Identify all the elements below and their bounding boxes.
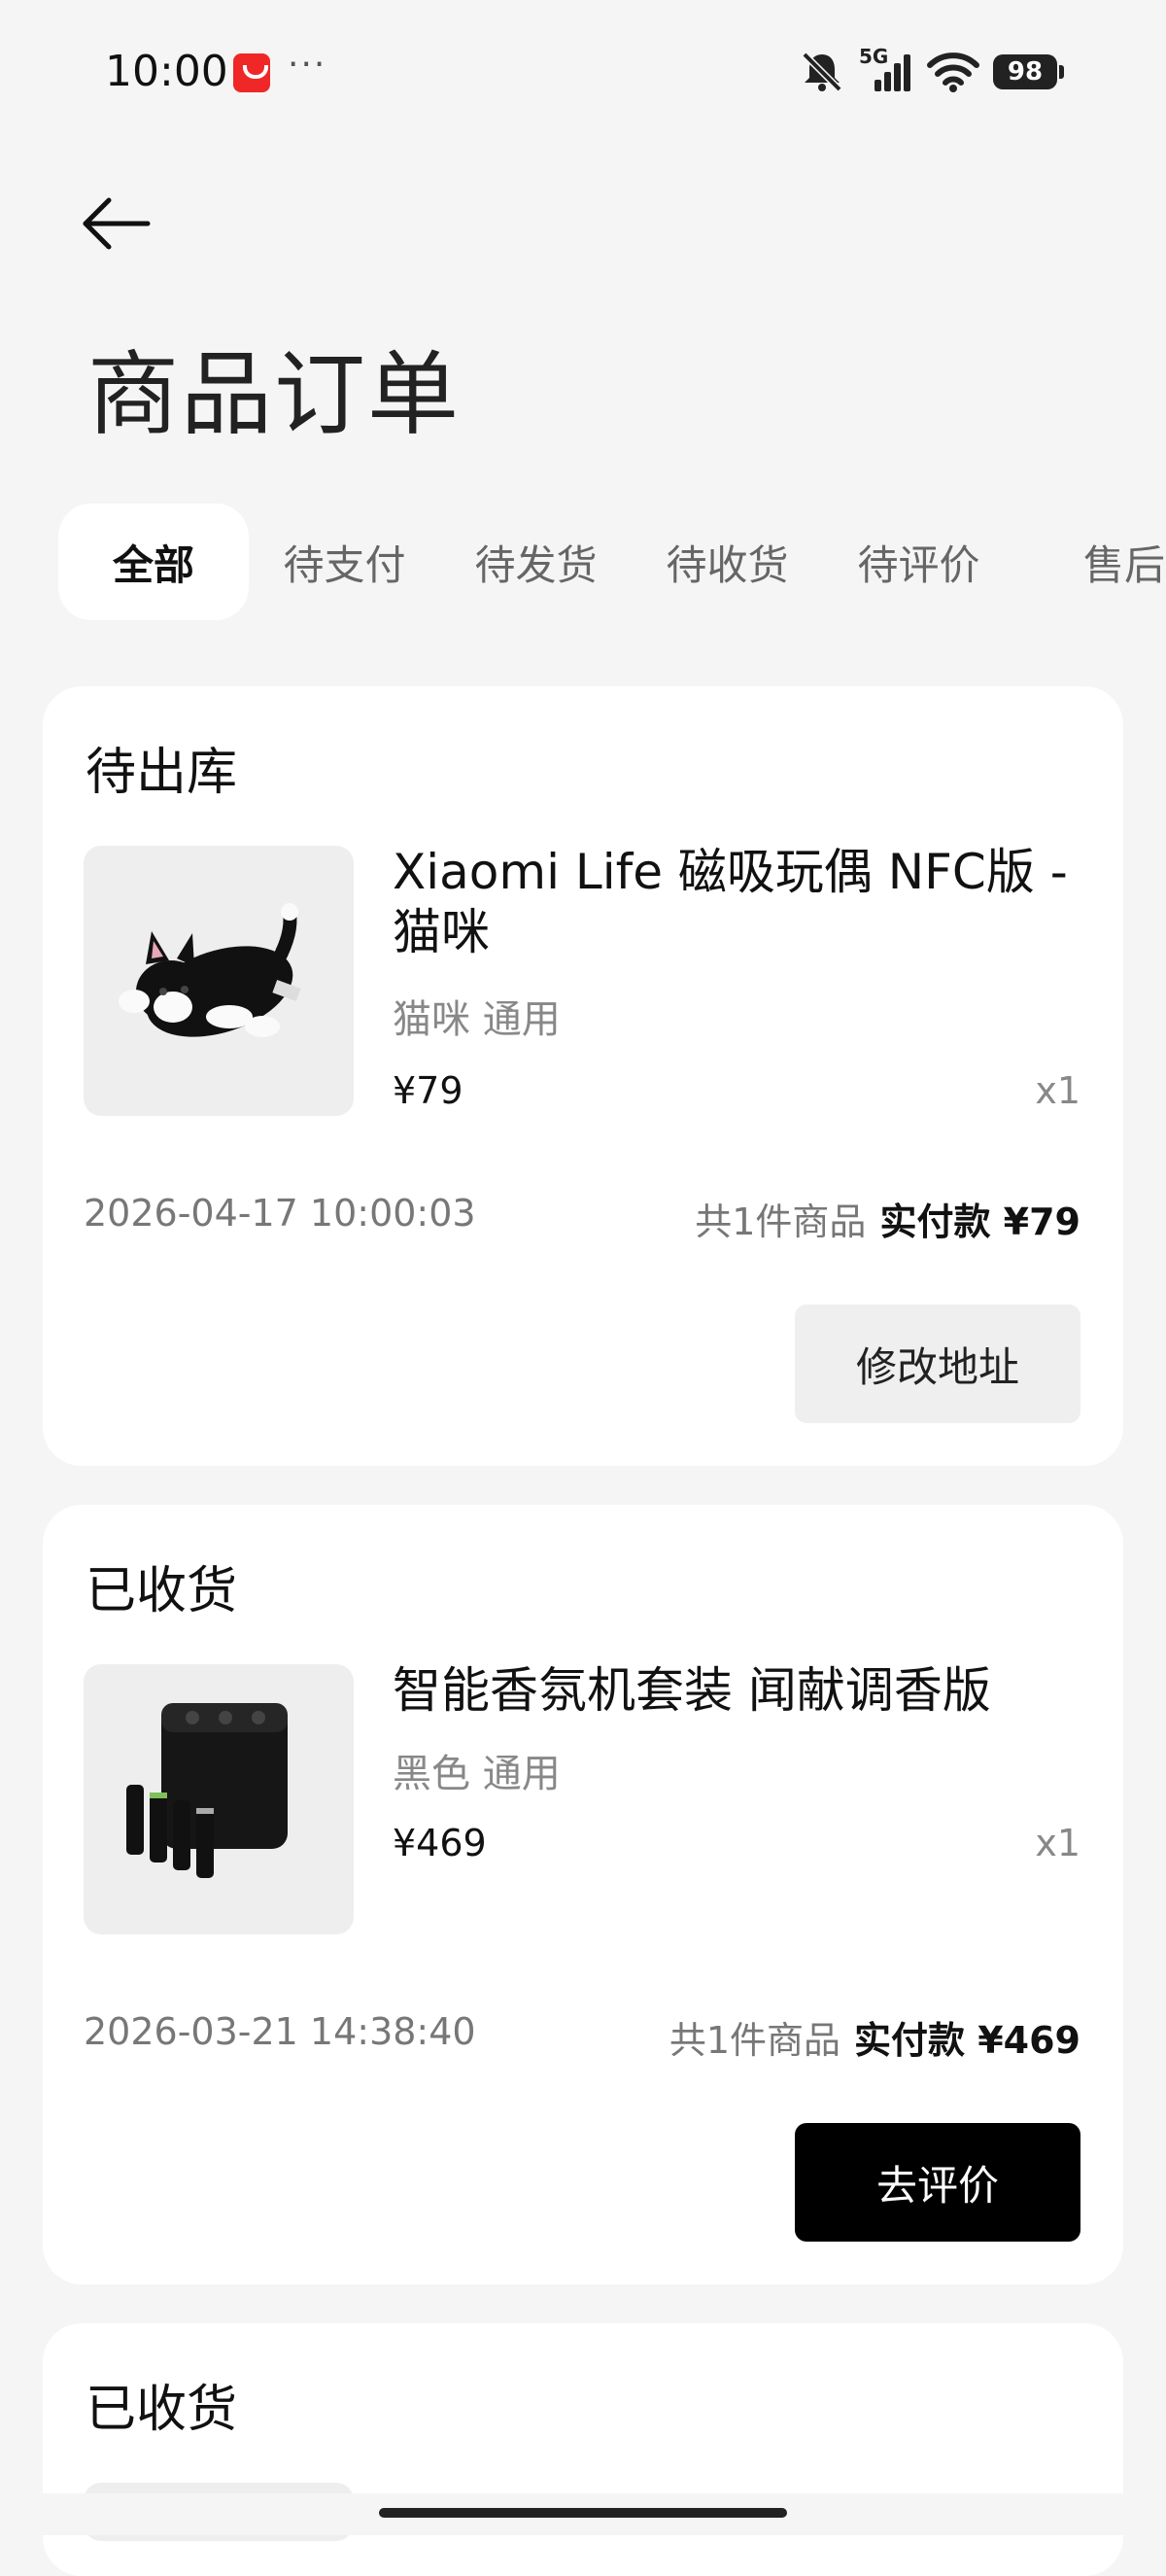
diffuser-set-image xyxy=(126,1703,288,1878)
app-notification-icon xyxy=(233,53,270,92)
tab-all[interactable]: 全部 xyxy=(58,504,249,620)
write-review-button[interactable]: 去评价 xyxy=(795,2123,1080,2242)
tab-pending-receipt[interactable]: 待收货 xyxy=(632,504,823,620)
order-status: 已收货 xyxy=(86,1562,238,1620)
product-price: ¥469 xyxy=(393,1822,487,1864)
paid-amount: 实付款 ¥79 xyxy=(879,1201,1080,1243)
product-image[interactable] xyxy=(84,846,354,1116)
product-spec: 猫咪 通用 xyxy=(393,997,561,1042)
cellular-signal-icon: 5G xyxy=(859,45,913,93)
product-price: ¥79 xyxy=(393,1069,463,1112)
page-title: 商品订单 xyxy=(87,342,462,448)
product-image[interactable] xyxy=(84,1664,354,1934)
more-notifications-icon: ··· xyxy=(288,45,327,85)
paid-amount: 实付款 ¥469 xyxy=(854,2019,1080,2062)
order-total: 共1件商品 实付款 ¥469 xyxy=(669,2010,1080,2064)
bell-muted-icon xyxy=(802,52,842,92)
modify-address-button[interactable]: 修改地址 xyxy=(795,1305,1080,1423)
status-bar: 10:00 ··· 5G 98 xyxy=(0,0,1166,146)
back-button[interactable] xyxy=(78,192,155,255)
product-name[interactable]: Xiaomi Life 磁吸玩偶 NFC版 - 猫咪 xyxy=(393,842,1092,962)
order-date: 2026-03-21 14:38:40 xyxy=(84,2010,476,2053)
product-quantity: x1 xyxy=(1035,1069,1080,1112)
tab-pending-review[interactable]: 待评价 xyxy=(823,504,1014,620)
order-card[interactable]: 已收货 xyxy=(43,2323,1123,2576)
order-status: 已收货 xyxy=(86,2381,238,2439)
order-tabs: 全部 待支付 待发货 待收货 待评价 售后 xyxy=(58,504,1165,620)
home-gesture-bar[interactable] xyxy=(379,2508,787,2518)
order-total: 共1件商品 实付款 ¥79 xyxy=(695,1192,1080,1245)
wifi-icon xyxy=(927,52,979,92)
tab-pending-payment[interactable]: 待支付 xyxy=(249,504,440,620)
status-icons: 5G 98 xyxy=(799,45,1064,93)
product-spec: 黑色 通用 xyxy=(393,1752,561,1796)
tab-after-sales[interactable]: 售后 xyxy=(1014,504,1165,620)
status-time: 10:00 xyxy=(105,47,228,96)
item-count: 共1件商品 xyxy=(695,1201,867,1243)
battery-icon: 98 xyxy=(993,54,1064,89)
product-quantity: x1 xyxy=(1035,1822,1080,1864)
cat-plush-image xyxy=(119,903,301,1037)
arrow-left-icon xyxy=(83,197,151,250)
tab-pending-shipment[interactable]: 待发货 xyxy=(440,504,632,620)
product-name[interactable]: 智能香氛机套装 闻献调香版 xyxy=(393,1660,1092,1721)
order-card[interactable]: 待出库 Xiaomi Life 磁吸玩偶 NFC版 - 猫咪 猫咪 通用 ¥79… xyxy=(43,686,1123,1466)
item-count: 共1件商品 xyxy=(669,2019,840,2062)
order-date: 2026-04-17 10:00:03 xyxy=(84,1192,476,1235)
order-status: 待出库 xyxy=(86,744,238,802)
order-card[interactable]: 已收货 智能香氛机套装 闻献调香版 黑色 通用 ¥469 x1 2026-03-… xyxy=(43,1505,1123,2284)
